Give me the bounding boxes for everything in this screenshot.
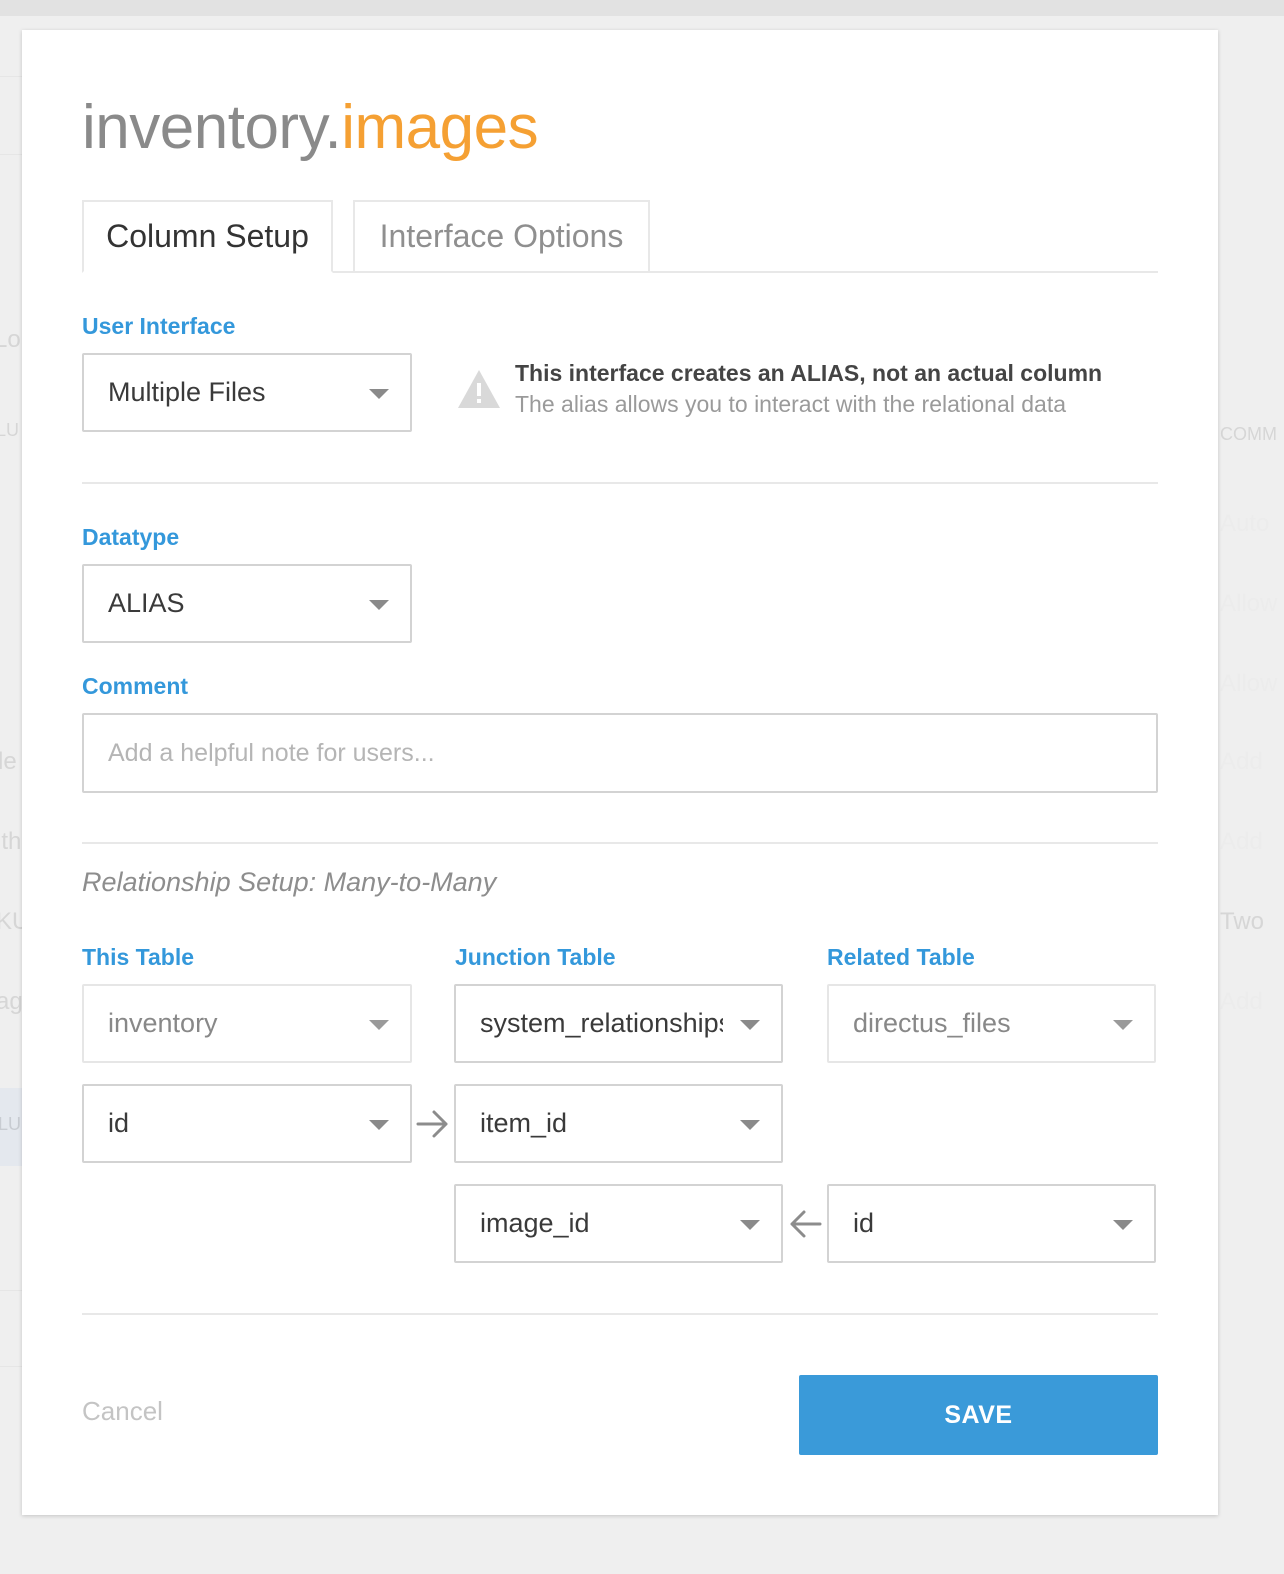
comment-input[interactable] — [82, 713, 1158, 793]
bg-text-fragment: Lo — [0, 326, 21, 353]
chevron-down-icon — [369, 1020, 389, 1030]
related-table-label: Related Table — [827, 944, 975, 970]
bg-text-fragment: ag — [0, 988, 23, 1015]
bg-text-fragment: Allow — [1220, 590, 1278, 617]
column-settings-modal: inventory.images Column Setup Interface … — [22, 30, 1218, 1515]
junction-this-key-value: item_id — [480, 1108, 568, 1138]
title-column: images — [341, 93, 539, 162]
junction-table-label: Junction Table — [455, 944, 616, 970]
related-table-select: directus_files — [827, 984, 1156, 1063]
alias-notice-subtitle: The alias allows you to interact with th… — [515, 391, 1067, 417]
tab-interface-options[interactable]: Interface Options — [353, 200, 650, 273]
section-divider — [82, 842, 1158, 844]
chevron-down-icon — [740, 1020, 760, 1030]
modal-title: inventory.images — [82, 92, 539, 163]
this-table-select: inventory — [82, 984, 412, 1063]
warning-icon — [458, 370, 500, 408]
relationship-section-title: Relationship Setup: Many-to-Many — [82, 867, 497, 897]
bg-text-fragment: Two — [1220, 908, 1265, 935]
bg-text-fragment: LU — [0, 1114, 22, 1134]
chevron-down-icon — [369, 1120, 389, 1130]
alias-notice-title: This interface creates an ALIAS, not an … — [515, 360, 1103, 386]
chevron-down-icon — [1113, 1220, 1133, 1230]
window-top-bar — [0, 0, 1284, 16]
bg-divider — [0, 76, 22, 77]
bg-text-fragment: Auto — [1220, 510, 1270, 537]
this-table-value: inventory — [108, 1008, 218, 1038]
bg-text-fragment: Add — [1220, 748, 1263, 775]
chevron-down-icon — [369, 389, 389, 399]
bg-divider — [0, 154, 22, 155]
bg-text-fragment: ith — [0, 828, 22, 855]
chevron-down-icon — [369, 600, 389, 610]
junction-this-key-select[interactable]: item_id — [454, 1084, 783, 1163]
user-interface-label: User Interface — [82, 313, 236, 339]
user-interface-value: Multiple Files — [108, 377, 266, 407]
bg-divider — [0, 1290, 22, 1291]
junction-table-select[interactable]: system_relationships — [454, 984, 783, 1063]
bg-text-fragment: COMM — [1220, 424, 1277, 444]
datatype-label: Datatype — [82, 524, 180, 550]
title-schema: inventory. — [82, 93, 342, 162]
junction-table-value: system_relationships — [480, 1008, 723, 1038]
this-table-label: This Table — [82, 944, 195, 970]
comment-label: Comment — [82, 673, 189, 699]
bg-text-fragment: Add — [1220, 988, 1263, 1015]
this-table-key-select[interactable]: id — [82, 1084, 412, 1163]
this-table-key-value: id — [108, 1108, 130, 1138]
arrow-left-icon — [790, 1210, 822, 1238]
bg-divider — [0, 1366, 22, 1367]
related-table-value: directus_files — [853, 1008, 1011, 1038]
chevron-down-icon — [740, 1120, 760, 1130]
tab-column-setup[interactable]: Column Setup — [82, 200, 333, 273]
bg-text-fragment: le — [0, 748, 17, 775]
bg-text-fragment: LU — [0, 420, 20, 440]
related-table-key-value: id — [853, 1208, 875, 1238]
datatype-value: ALIAS — [108, 588, 185, 618]
section-divider — [82, 482, 1158, 484]
cancel-button[interactable]: Cancel — [82, 1396, 163, 1427]
junction-related-key-select[interactable]: image_id — [454, 1184, 783, 1263]
chevron-down-icon — [1113, 1020, 1133, 1030]
user-interface-select[interactable]: Multiple Files — [82, 353, 412, 432]
chevron-down-icon — [740, 1220, 760, 1230]
section-divider — [82, 1313, 1158, 1315]
related-table-key-select[interactable]: id — [827, 1184, 1156, 1263]
save-button[interactable]: SAVE — [799, 1375, 1158, 1455]
datatype-select[interactable]: ALIAS — [82, 564, 412, 643]
junction-related-key-value: image_id — [480, 1208, 590, 1238]
arrow-right-icon — [416, 1110, 448, 1138]
bg-text-fragment: Add — [1220, 828, 1263, 855]
bg-text-fragment: Allow — [1220, 670, 1278, 697]
